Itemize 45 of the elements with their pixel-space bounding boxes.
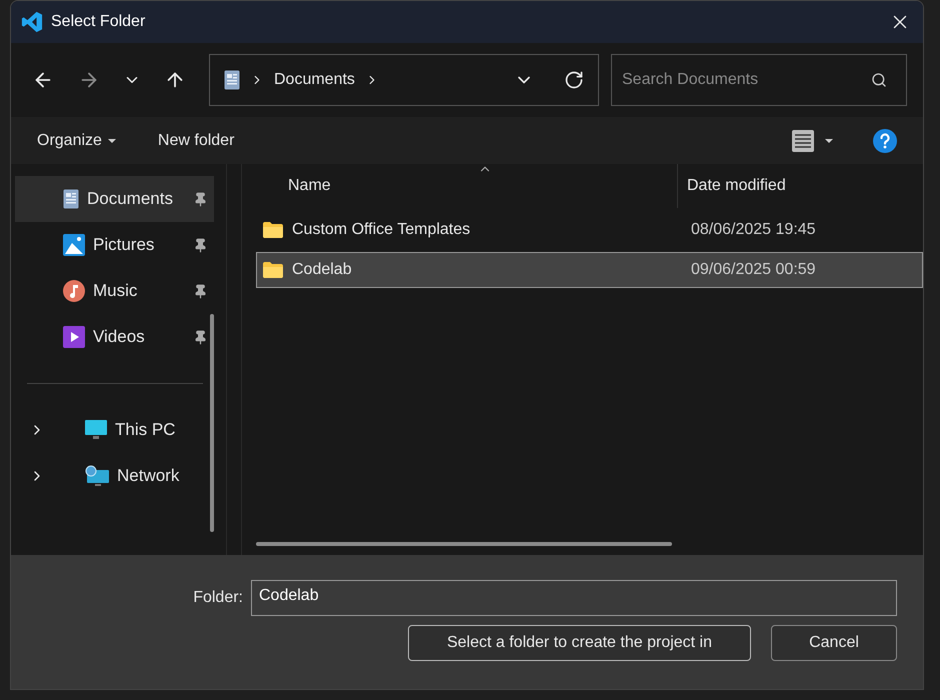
sidebar-item[interactable]: Pictures bbox=[15, 222, 214, 268]
sidebar-item[interactable]: This PC bbox=[15, 407, 214, 453]
folder-label: Folder: bbox=[193, 588, 243, 608]
folder-icon bbox=[262, 261, 284, 279]
help-button[interactable] bbox=[873, 128, 897, 152]
pin-icon bbox=[193, 192, 208, 206]
app-logo-icon bbox=[21, 11, 43, 33]
folder-icon bbox=[262, 221, 284, 239]
column-header[interactable]: Name bbox=[256, 164, 678, 208]
sidebar-item[interactable]: Network bbox=[15, 453, 214, 499]
pin-icon bbox=[193, 330, 208, 344]
search-icon bbox=[871, 72, 887, 88]
search-field[interactable]: Search Documents bbox=[611, 54, 907, 106]
new-folder-button[interactable]: New folder bbox=[158, 128, 234, 152]
refresh-icon[interactable] bbox=[564, 70, 584, 90]
column-header[interactable]: Date modified bbox=[678, 164, 923, 208]
cancel-button[interactable]: Cancel bbox=[771, 625, 897, 661]
sidebar-item[interactable]: Videos bbox=[15, 314, 214, 360]
date-modified: 09/06/2025 00:59 bbox=[690, 260, 816, 280]
help-icon bbox=[873, 128, 897, 152]
music-note-icon bbox=[63, 280, 85, 302]
sidebar-item[interactable]: Documents bbox=[15, 176, 214, 222]
document-icon bbox=[63, 189, 79, 209]
select-folder-button[interactable]: Select a folder to create the project in bbox=[408, 625, 751, 661]
network-icon bbox=[85, 465, 109, 487]
scrollbar[interactable] bbox=[256, 542, 672, 546]
organize-button[interactable]: Organize bbox=[37, 128, 116, 152]
window-title: Select Folder bbox=[51, 12, 146, 32]
file-row[interactable]: Custom Office Templates 08/06/2025 19:45 bbox=[256, 212, 923, 248]
view-options-button[interactable] bbox=[791, 128, 833, 152]
document-icon bbox=[224, 70, 240, 90]
pin-icon bbox=[193, 238, 208, 252]
monitor-icon bbox=[85, 420, 107, 440]
image-icon bbox=[63, 234, 85, 256]
sidebar-item[interactable]: Music bbox=[15, 268, 214, 314]
file-row[interactable]: Codelab 09/06/2025 00:59 bbox=[256, 252, 923, 288]
pin-icon bbox=[193, 284, 208, 298]
folder-field[interactable]: Codelab bbox=[251, 580, 897, 616]
film-icon bbox=[63, 326, 85, 348]
file-name: Custom Office Templates bbox=[292, 220, 470, 240]
breadcrumb[interactable]: Documents bbox=[274, 68, 355, 92]
file-name: Codelab bbox=[292, 260, 352, 280]
address-bar[interactable]: Documents bbox=[209, 54, 599, 106]
scrollbar[interactable] bbox=[210, 314, 214, 532]
date-modified: 08/06/2025 19:45 bbox=[690, 220, 816, 240]
